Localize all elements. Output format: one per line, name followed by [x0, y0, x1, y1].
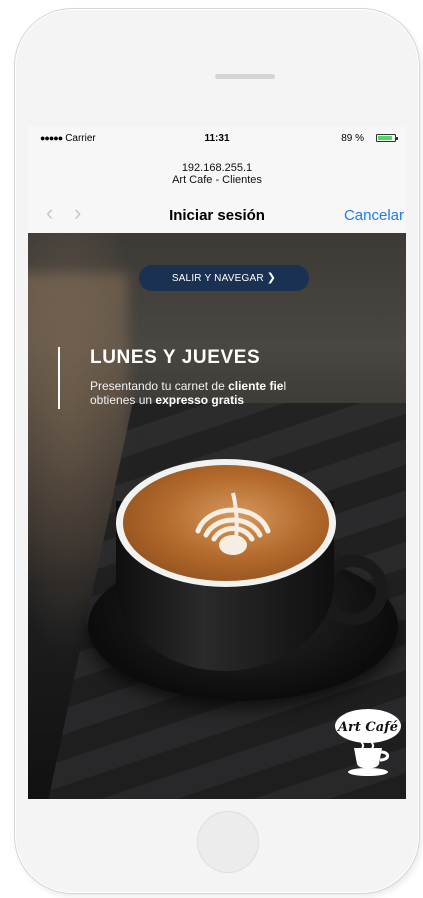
promo-text-part: l: [283, 379, 287, 393]
cancel-button[interactable]: Cancelar: [344, 207, 404, 224]
browser-screen: ●●●●● Carrier 11:31 89 % 192.168.255.1 Ar…: [28, 126, 406, 799]
promo-text-part: obtienes un: [90, 393, 156, 407]
exit-and-browse-button[interactable]: SALIR Y NAVEGAR ❯: [139, 265, 309, 291]
promo-text-part: Presentando tu carnet de: [90, 379, 229, 393]
promo-text-bold: cliente fie: [228, 379, 284, 393]
address-ip: 192.168.255.1: [181, 162, 253, 174]
exit-and-browse-label: SALIR Y NAVEGAR: [171, 273, 264, 284]
home-button[interactable]: [197, 811, 259, 873]
battery-percent: 89 %: [341, 133, 364, 144]
latte-art-icon: [195, 492, 271, 555]
chevron-right-icon: ❯: [266, 272, 277, 284]
promo-accent-bar: [58, 347, 60, 409]
phone-speaker: [215, 74, 275, 79]
battery-icon: [376, 134, 398, 142]
logo-text: Art Café: [336, 720, 398, 735]
status-bar: ●●●●● Carrier 11:31 89 %: [28, 126, 406, 148]
art-cafe-logo: Art Café: [335, 709, 401, 776]
promo-description: Presentando tu carnet de cliente fiel ob…: [90, 379, 350, 407]
navigation-bar: ‹ › Iniciar sesión Cancelar: [28, 196, 406, 232]
battery-fill: [378, 136, 393, 140]
hero-banner: SALIR Y NAVEGAR ❯ LUNES Y JUEVES Presenta…: [28, 233, 406, 799]
promo-text-bold: expresso gratis: [155, 393, 245, 407]
promo-title: LUNES Y JUEVES: [90, 347, 261, 368]
battery-tip: [396, 137, 398, 140]
address-block[interactable]: 192.168.255.1 Art Cafe - Clientes: [28, 162, 406, 186]
address-site-name: Art Cafe - Clientes: [172, 174, 262, 186]
